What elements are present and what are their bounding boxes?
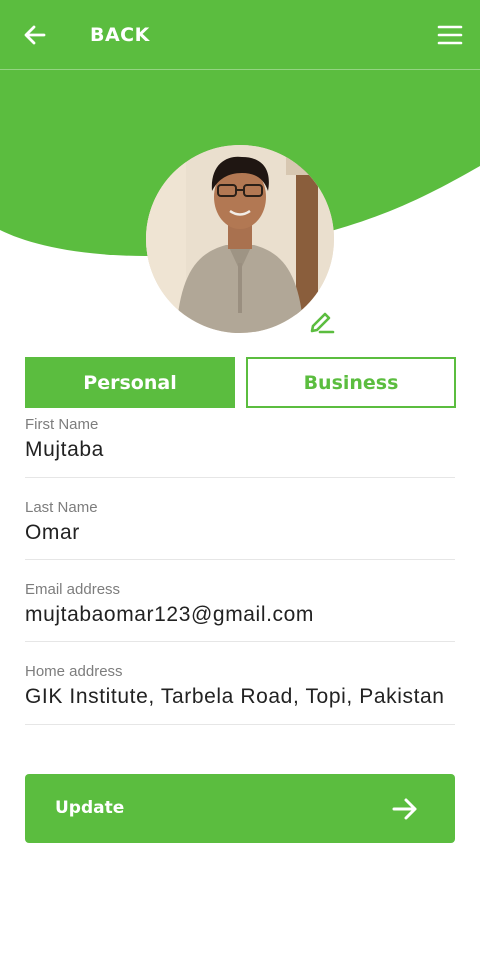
update-button-label: Update [55,798,125,818]
arrow-right-icon [392,798,417,820]
email-field: Email address mujtabaomar123@gmail.com [25,581,455,642]
arrow-left-icon[interactable] [22,22,48,48]
home-address-label: Home address [25,663,123,680]
home-address-input[interactable]: GIK Institute, Tarbela Road, Topi, Pakis… [25,685,455,709]
first-name-field: First Name Mujtaba [25,416,455,478]
hamburger-menu-icon[interactable] [437,24,463,46]
pencil-edit-icon[interactable] [306,306,336,336]
top-bar: BACK [0,0,480,70]
email-label: Email address [25,581,121,598]
home-address-field: Home address GIK Institute, Tarbela Road… [25,663,455,725]
first-name-input[interactable]: Mujtaba [25,438,455,462]
back-label[interactable]: BACK [90,22,150,48]
profile-screen: BACK Personal Business First Name Mujtab… [0,0,480,980]
email-input[interactable]: mujtabaomar123@gmail.com [25,603,455,627]
first-name-label: First Name [25,416,99,433]
last-name-field: Last Name Omar [25,499,455,560]
avatar [146,145,334,333]
last-name-input[interactable]: Omar [25,521,455,545]
update-button[interactable]: Update [25,774,455,843]
tab-personal[interactable]: Personal [25,357,235,408]
tab-business[interactable]: Business [246,357,456,408]
last-name-label: Last Name [25,499,98,516]
